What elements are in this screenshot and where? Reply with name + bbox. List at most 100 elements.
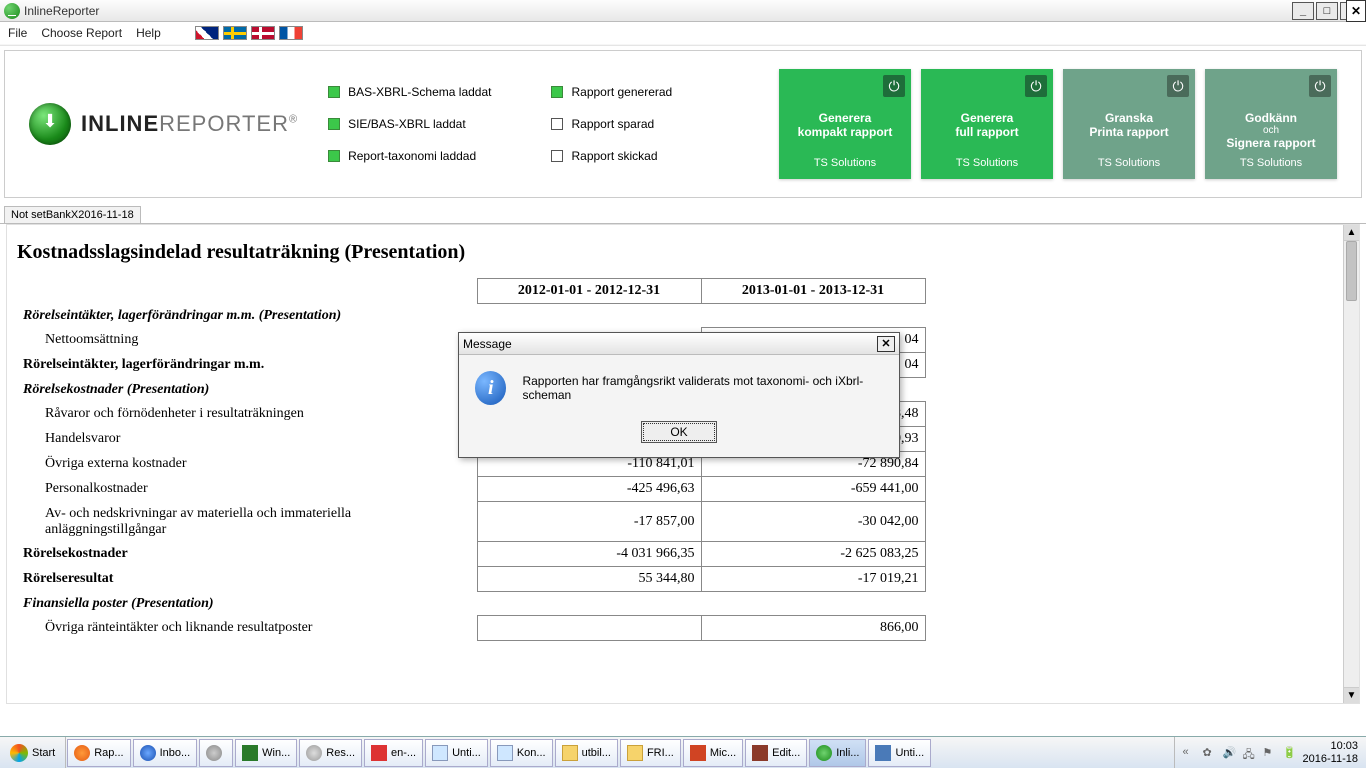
tray-icon[interactable]: ⚑ bbox=[1263, 746, 1277, 760]
taskbar-item[interactable]: Rap... bbox=[67, 739, 130, 767]
table-row-label: Av- och nedskrivningar av materiella och… bbox=[17, 502, 477, 542]
taskbar-item[interactable]: FRI... bbox=[620, 739, 681, 767]
report-content-area: Kostnadsslagsindelad resultaträkning (Pr… bbox=[6, 224, 1360, 704]
period-header: 2012-01-01 - 2012-12-31 bbox=[477, 279, 701, 304]
power-icon: ⏻ bbox=[883, 75, 905, 97]
review-print-report-button[interactable]: ⏻ Granska Printa rapport TS Solutions bbox=[1063, 69, 1195, 179]
generate-full-report-button[interactable]: ⏻ Generera full rapport TS Solutions bbox=[921, 69, 1053, 179]
scroll-up-icon[interactable]: ▲ bbox=[1344, 225, 1359, 241]
folder-icon bbox=[627, 745, 643, 761]
status-label: SIE/BAS-XBRL laddat bbox=[348, 117, 466, 131]
table-cell: -17 019,21 bbox=[701, 567, 925, 592]
menu-choose-report[interactable]: Choose Report bbox=[41, 26, 122, 40]
ok-button[interactable]: OK bbox=[641, 421, 717, 443]
table-cell: -2 625 083,25 bbox=[701, 542, 925, 567]
table-cell: -30 042,00 bbox=[701, 502, 925, 542]
approve-sign-report-button[interactable]: ⏻ Godkänn och Signera rapport TS Solutio… bbox=[1205, 69, 1337, 179]
tray-network-icon[interactable]: 🖧 bbox=[1243, 746, 1257, 760]
scroll-thumb[interactable] bbox=[1346, 241, 1357, 301]
minimize-button[interactable]: _ bbox=[1292, 2, 1314, 20]
powerpoint-icon bbox=[690, 745, 706, 761]
table-row-label: Rörelsekostnader bbox=[17, 542, 477, 567]
tray-volume-icon[interactable]: 🔊 bbox=[1223, 746, 1237, 760]
taskbar-item[interactable]: Unti... bbox=[868, 739, 931, 767]
inlinereporter-icon bbox=[816, 745, 832, 761]
status-check-icon bbox=[328, 150, 340, 162]
menu-file[interactable]: File bbox=[8, 26, 27, 40]
taskbar-item[interactable]: en-... bbox=[364, 739, 423, 767]
flag-uk-icon[interactable] bbox=[195, 26, 219, 40]
power-icon: ⏻ bbox=[1309, 75, 1331, 97]
app-icon bbox=[4, 3, 20, 19]
start-button[interactable]: Start bbox=[0, 737, 66, 768]
table-cell: 55 344,80 bbox=[477, 567, 701, 592]
window-title: InlineReporter bbox=[24, 4, 1292, 18]
thunderbird-icon bbox=[140, 745, 156, 761]
dialog-title: Message bbox=[463, 337, 512, 351]
tab-strip: Not setBankX2016-11-18 bbox=[0, 202, 1366, 224]
table-cell: -425 496,63 bbox=[477, 477, 701, 502]
status-check-icon bbox=[551, 86, 563, 98]
window-titlebar: InlineReporter _ □ ✕ bbox=[0, 0, 1366, 22]
status-label: Rapport skickad bbox=[571, 149, 657, 163]
notepad-icon bbox=[497, 745, 513, 761]
menubar: File Choose Report Help bbox=[0, 22, 1366, 44]
taskbar-item[interactable]: Inbo... bbox=[133, 739, 198, 767]
logo-badge-icon bbox=[29, 103, 71, 145]
taskbar-item[interactable]: Unti... bbox=[425, 739, 488, 767]
tray-battery-icon[interactable]: 🔋 bbox=[1283, 746, 1297, 760]
app-icon bbox=[206, 745, 222, 761]
table-row-label: Övriga externa kostnader bbox=[17, 452, 477, 477]
table-cell: -4 031 966,35 bbox=[477, 542, 701, 567]
flag-fr-icon[interactable] bbox=[279, 26, 303, 40]
outer-close-button[interactable]: ✕ bbox=[1346, 0, 1366, 22]
message-dialog: Message ✕ i Rapporten har framgångsrikt … bbox=[458, 332, 900, 458]
report-title: Kostnadsslagsindelad resultaträkning (Pr… bbox=[17, 241, 1355, 264]
taskbar-item[interactable]: Kon... bbox=[490, 739, 553, 767]
editor-icon bbox=[752, 745, 768, 761]
taskbar-item[interactable]: Res... bbox=[299, 739, 362, 767]
folder-icon bbox=[562, 745, 578, 761]
document-tab[interactable]: Not setBankX2016-11-18 bbox=[4, 206, 141, 223]
table-row-label: Finansiella poster (Presentation) bbox=[17, 592, 477, 616]
generate-compact-report-button[interactable]: ⏻ Generera kompakt rapport TS Solutions bbox=[779, 69, 911, 179]
table-row-label: Rörelsekostnader (Presentation) bbox=[17, 378, 477, 402]
vertical-scrollbar[interactable]: ▲ ▼ bbox=[1343, 225, 1359, 703]
logo-text-bold: INLINE bbox=[81, 111, 159, 136]
taskbar-clock[interactable]: 10:03 2016-11-18 bbox=[1303, 740, 1358, 764]
taskbar-item[interactable] bbox=[199, 739, 233, 767]
table-cell bbox=[477, 616, 701, 641]
table-row-label: Nettoomsättning bbox=[17, 328, 477, 353]
app-logo: INLINEREPORTER® bbox=[29, 103, 298, 145]
taskbar-item-active[interactable]: Inli... bbox=[809, 739, 866, 767]
status-check-icon bbox=[551, 118, 563, 130]
menu-help[interactable]: Help bbox=[136, 26, 161, 40]
dialog-message: Rapporten har framgångsrikt validerats m… bbox=[522, 374, 883, 402]
app-icon bbox=[242, 745, 258, 761]
flag-no-icon[interactable] bbox=[251, 26, 275, 40]
table-cell: -659 441,00 bbox=[701, 477, 925, 502]
notepad-icon bbox=[432, 745, 448, 761]
flag-se-icon[interactable] bbox=[223, 26, 247, 40]
maximize-button[interactable]: □ bbox=[1316, 2, 1338, 20]
table-row-label: Rörelseintäkter, lagerförändringar m.m. bbox=[17, 353, 477, 378]
period-header: 2013-01-01 - 2013-12-31 bbox=[701, 279, 925, 304]
scroll-down-icon[interactable]: ▼ bbox=[1344, 687, 1359, 703]
tray-chevron-icon[interactable]: « bbox=[1183, 746, 1197, 760]
header-panel: INLINEREPORTER® BAS-XBRL-Schema laddat R… bbox=[4, 50, 1362, 198]
firefox-icon bbox=[74, 745, 90, 761]
app-icon bbox=[875, 745, 891, 761]
table-row-label: Råvaror och förnödenheter i resultaträkn… bbox=[17, 402, 477, 427]
taskbar-item[interactable]: utbil... bbox=[555, 739, 618, 767]
taskbar-item[interactable]: Mic... bbox=[683, 739, 743, 767]
table-cell: 866,00 bbox=[701, 616, 925, 641]
logo-text-rest: REPORTER bbox=[159, 111, 289, 136]
table-row-label: Övriga ränteintäkter och liknande result… bbox=[17, 616, 477, 641]
table-cell: -17 857,00 bbox=[477, 502, 701, 542]
taskbar-item[interactable]: Win... bbox=[235, 739, 297, 767]
taskbar-item[interactable]: Edit... bbox=[745, 739, 807, 767]
windows-orb-icon bbox=[10, 744, 28, 762]
tray-icon[interactable]: ✿ bbox=[1203, 746, 1217, 760]
dialog-close-button[interactable]: ✕ bbox=[877, 336, 895, 352]
status-label: Report-taxonomi laddad bbox=[348, 149, 476, 163]
